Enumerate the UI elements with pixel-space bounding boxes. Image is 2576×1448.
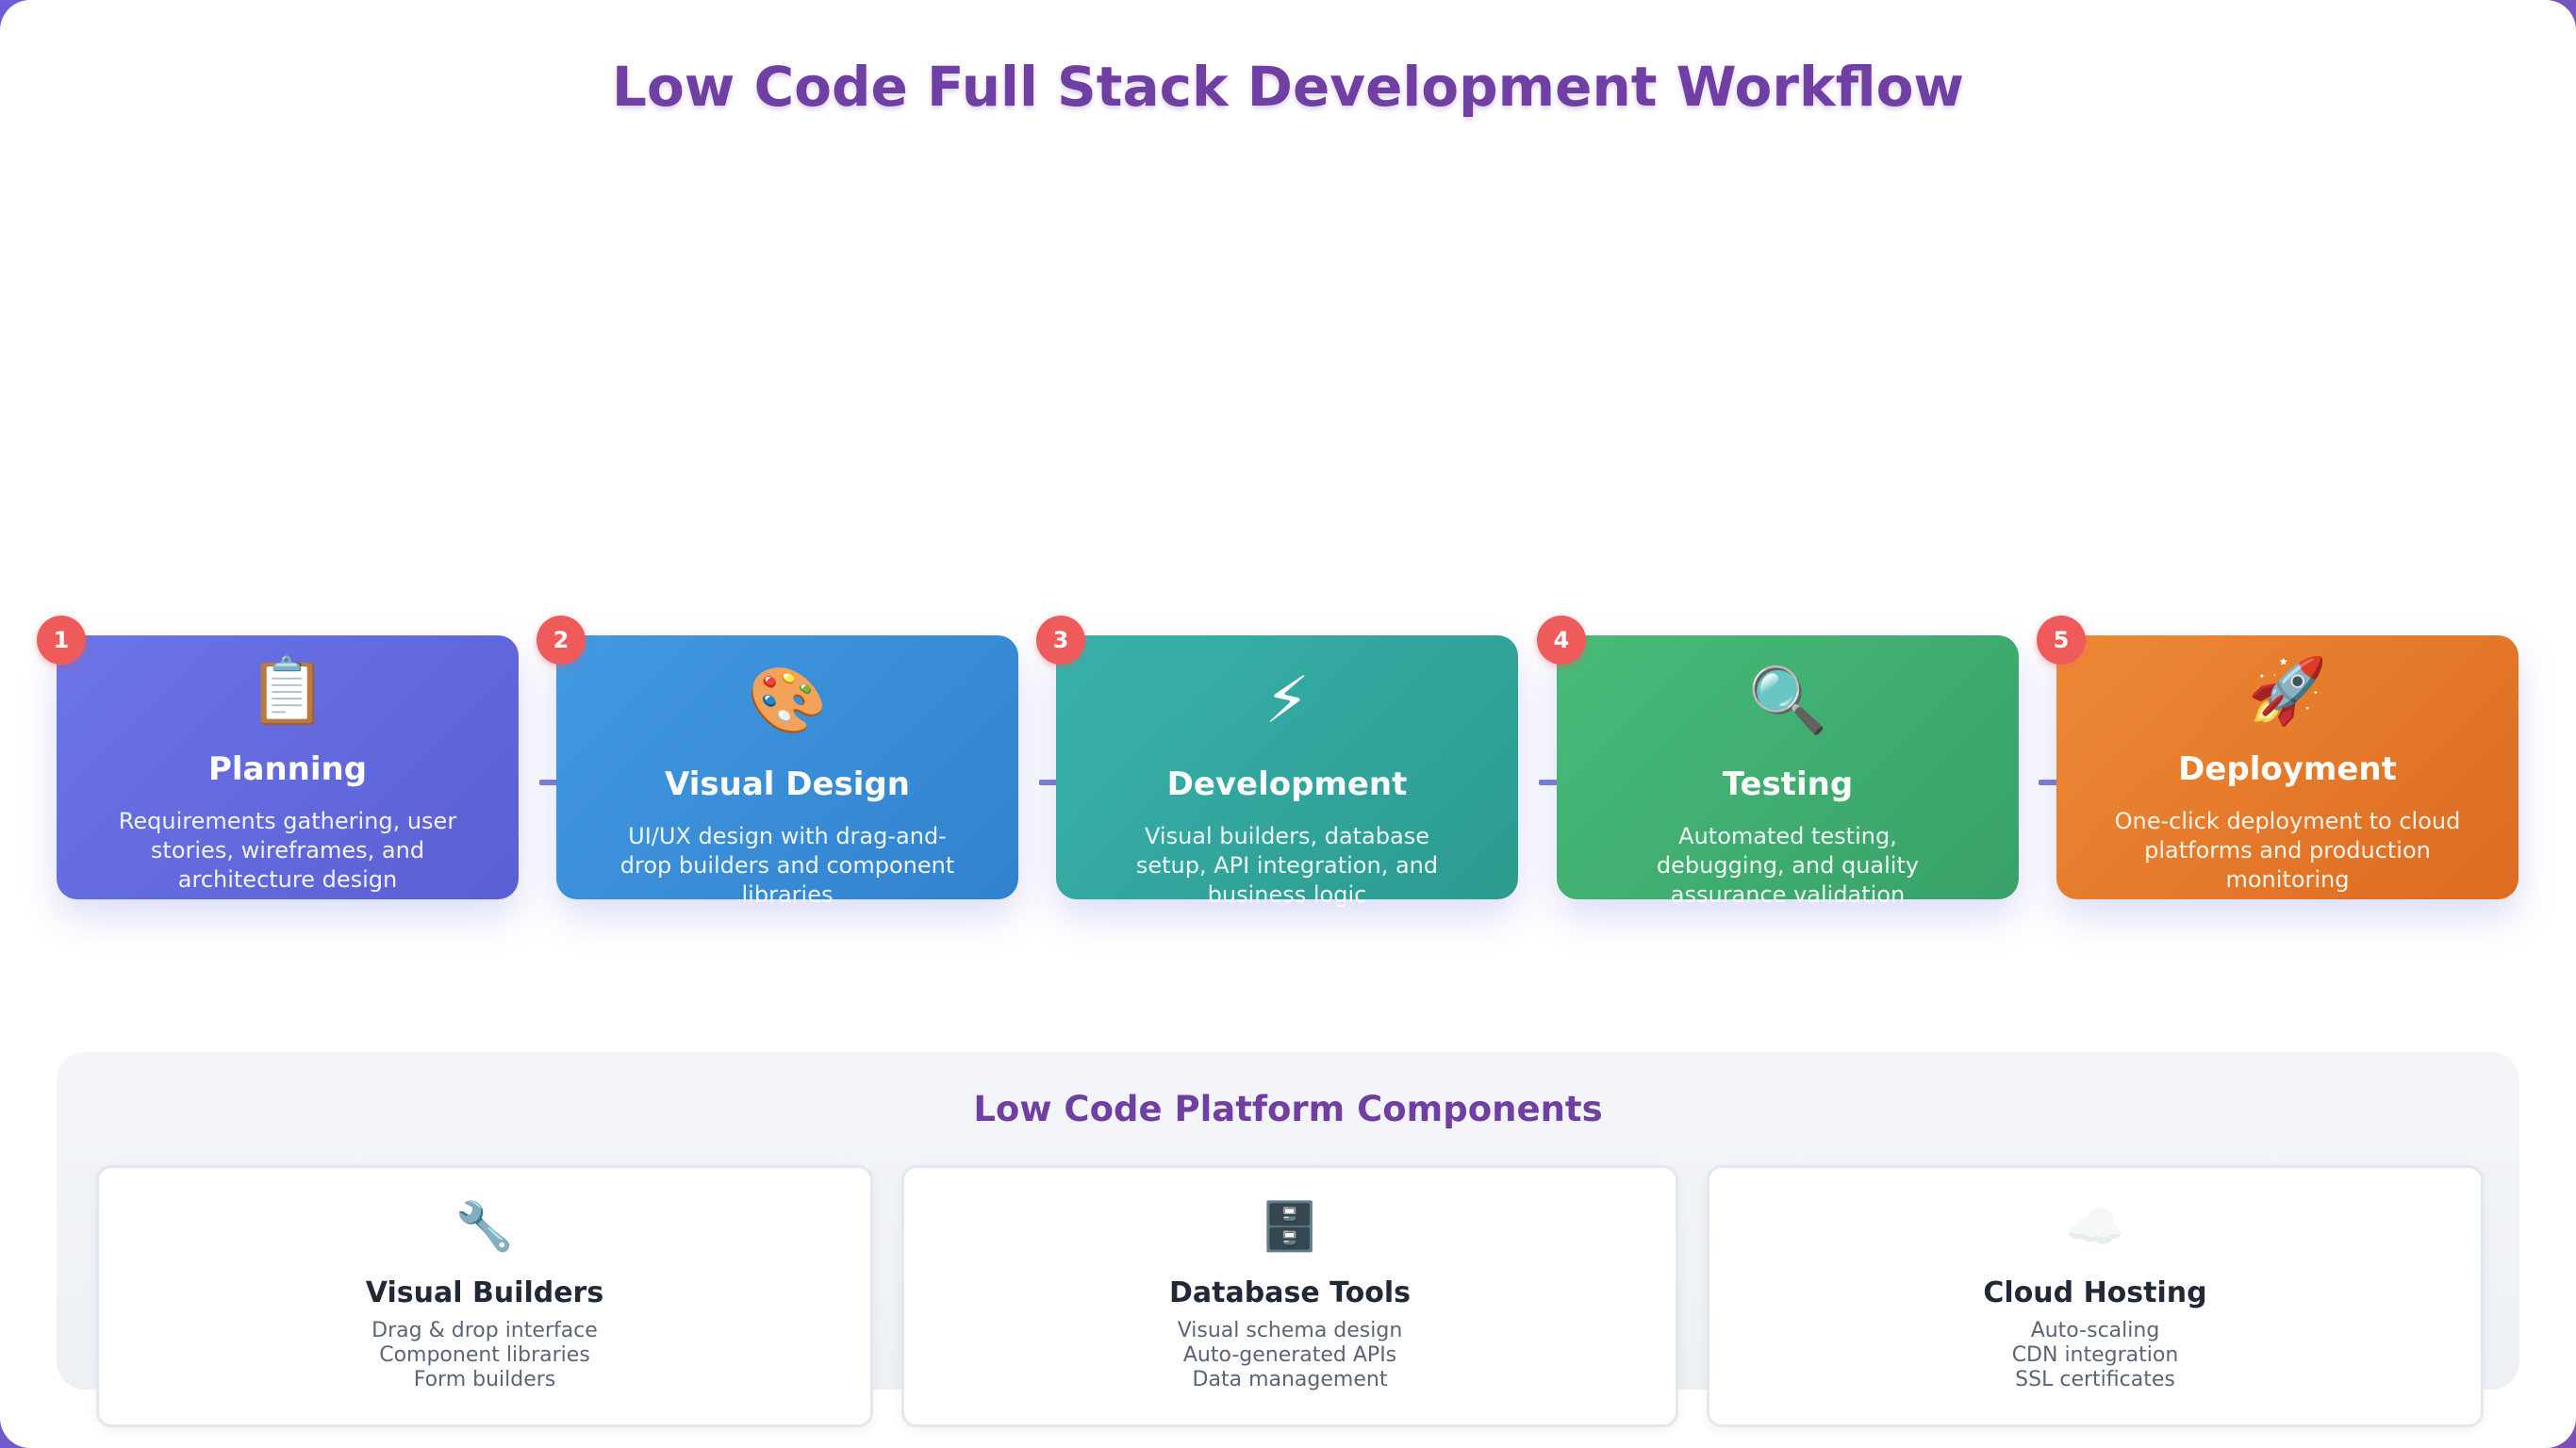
step-name: Testing bbox=[1722, 765, 1854, 803]
magnifier-icon: 🔍 bbox=[1747, 664, 1828, 738]
feature-line: Form builders bbox=[413, 1368, 556, 1391]
feature-line: Drag & drop interface bbox=[372, 1319, 598, 1342]
step-number-badge: 4 bbox=[1537, 616, 1586, 665]
step-description: UI/UX design with drag-and-drop builders… bbox=[619, 823, 955, 908]
components-title: Low Code Platform Components bbox=[973, 1089, 1603, 1129]
component-card-cloud-hosting: ☁️ Cloud Hosting Auto-scaling CDN integr… bbox=[1707, 1165, 2484, 1427]
feature-line: Component libraries bbox=[379, 1343, 590, 1367]
step-description: Visual builders, database setup, API int… bbox=[1135, 823, 1439, 908]
lightning-icon: ⚡ bbox=[1264, 664, 1310, 738]
step-name: Planning bbox=[207, 750, 368, 788]
feature-line: Auto-scaling bbox=[2030, 1319, 2160, 1342]
component-name: Visual Builders bbox=[365, 1276, 604, 1309]
component-features: Auto-scaling CDN integration SSL certifi… bbox=[1709, 1319, 2481, 1392]
component-card-visual-builders: 🔧 Visual Builders Drag & drop interface … bbox=[96, 1165, 873, 1427]
step-number-badge: 2 bbox=[537, 616, 586, 665]
component-name: Database Tools bbox=[1169, 1276, 1411, 1309]
connector bbox=[539, 780, 558, 785]
step-description: Automated testing, debugging, and qualit… bbox=[1656, 823, 1920, 908]
component-features: Visual schema design Auto-generated APIs… bbox=[904, 1319, 1676, 1392]
component-card-database-tools: 🗄️ Database Tools Visual schema design A… bbox=[901, 1165, 1678, 1427]
feature-line: Data management bbox=[1192, 1368, 1388, 1391]
connector bbox=[1039, 780, 1058, 785]
step-name: Visual Design bbox=[665, 765, 910, 803]
component-name: Cloud Hosting bbox=[1983, 1276, 2207, 1309]
feature-line: Auto-generated APIs bbox=[1182, 1343, 1397, 1367]
file-cabinet-icon: 🗄️ bbox=[1260, 1199, 1320, 1254]
step-card-development: ⚡ Development Visual builders, database … bbox=[1056, 635, 1518, 908]
step-number-badge: 3 bbox=[1036, 616, 1085, 665]
step-number-badge: 5 bbox=[2037, 616, 2086, 665]
step-name: Deployment bbox=[2178, 750, 2397, 788]
workflow-canvas: Low Code Full Stack Development Workflow… bbox=[0, 0, 2576, 1448]
page-title: Low Code Full Stack Development Workflow bbox=[612, 55, 1964, 119]
palette-icon: 🎨 bbox=[747, 664, 828, 738]
component-features: Drag & drop interface Component librarie… bbox=[99, 1319, 870, 1392]
step-number-badge: 1 bbox=[37, 616, 86, 665]
rocket-icon: 🚀 bbox=[2247, 654, 2328, 729]
step-card-deployment: 🚀 Deployment One-click deployment to clo… bbox=[2056, 635, 2518, 899]
step-card-testing: 🔍 Testing Automated testing, debugging, … bbox=[1557, 635, 2019, 908]
feature-line: CDN integration bbox=[2011, 1343, 2179, 1367]
step-description: One-click deployment to cloud platforms … bbox=[2114, 808, 2461, 893]
step-name: Development bbox=[1166, 765, 1408, 803]
feature-line: SSL certificates bbox=[2015, 1368, 2175, 1391]
feature-line: Visual schema design bbox=[1177, 1319, 1403, 1342]
step-card-planning: 📋 Planning Requirements gathering, user … bbox=[57, 635, 519, 899]
connector bbox=[2039, 780, 2057, 785]
wrench-icon: 🔧 bbox=[454, 1199, 515, 1254]
step-card-visual-design: 🎨 Visual Design UI/UX design with drag-a… bbox=[556, 635, 1018, 908]
cloud-icon: ☁️ bbox=[2065, 1199, 2125, 1254]
connector bbox=[1539, 780, 1558, 785]
step-description: Requirements gathering, user stories, wi… bbox=[118, 808, 457, 893]
clipboard-icon: 📋 bbox=[247, 654, 328, 729]
